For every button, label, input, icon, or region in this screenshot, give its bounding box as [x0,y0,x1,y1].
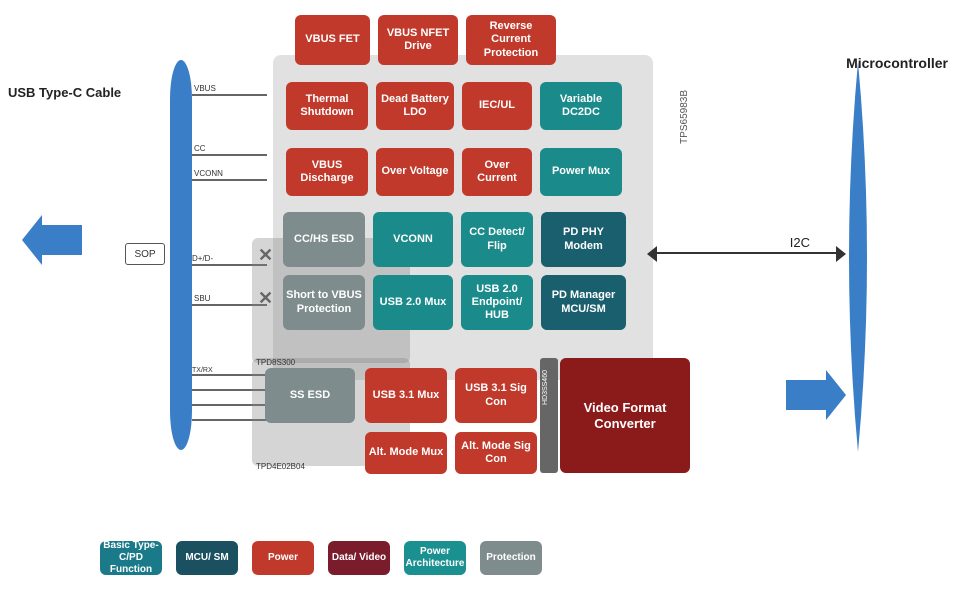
legend-item-power-arch: Power Architecture [404,541,466,575]
alt-mode-mux-block: Alt. Mode Mux [365,432,447,474]
vconn-block: VCONN [373,212,453,267]
i2c-arrow-right [836,246,846,262]
legend-item-data: Data/ Video [328,541,390,575]
alt-mode-sig-block: Alt. Mode Sig Con [455,432,537,474]
svg-text:VBUS: VBUS [194,84,216,93]
svg-text:VCONN: VCONN [194,169,223,178]
dead-battery-block: Dead Battery LDO [376,82,454,130]
vbus-nfet-block: VBUS NFET Drive [378,15,458,65]
reverse-current-block: Reverse Current Protection [466,15,556,65]
legend-item-power: Power [252,541,314,575]
video-format-block: Video Format Converter [560,358,690,473]
diagram-container: USB Type-C Cable Microcontroller VBUS CC… [0,0,958,593]
legend: Basic Type-C/PD Function MCU/ SM Power D… [100,541,542,575]
svg-text:SBU: SBU [194,294,211,303]
usb-cable-label: USB Type-C Cable [8,85,121,102]
power-mux-block: Power Mux [540,148,622,196]
usb20-mux-block: USB 2.0 Mux [373,275,453,330]
legend-box-power: Power [252,541,314,575]
i2c-line [650,252,843,254]
tpd4-label: TPD4E02B04 [256,462,305,471]
over-current-block: Over Current [462,148,532,196]
vbus-fet-block: VBUS FET [295,15,370,65]
sop-box: SOP [125,243,165,265]
left-arrow [22,215,82,265]
cc-detect-block: CC Detect/ Flip [461,212,533,267]
svg-text:CC: CC [194,144,206,153]
legend-box-basic: Basic Type-C/PD Function [100,541,162,575]
variable-dc2dc-block: Variable DC2DC [540,82,622,130]
pd-phy-block: PD PHY Modem [541,212,626,267]
usb20-endpoint-block: USB 2.0 Endpoint/ HUB [461,275,533,330]
svg-text:TX/RX: TX/RX [192,367,213,374]
svg-text:D+/D-: D+/D- [192,254,213,263]
tpd8-label: TPD8S300 [256,358,295,367]
legend-box-protection: Protection [480,541,542,575]
legend-box-data: Data/ Video [328,541,390,575]
i2c-arrow-left [647,246,657,262]
vbus-discharge-block: VBUS Discharge [286,148,368,196]
legend-item-protection: Protection [480,541,542,575]
iec-ul-block: IEC/UL [462,82,532,130]
usb31-mux-block: USB 3.1 Mux [365,368,447,423]
thermal-shutdown-block: Thermal Shutdown [286,82,368,130]
pd-manager-block: PD Manager MCU/SM [541,275,626,330]
over-voltage-block: Over Voltage [376,148,454,196]
short-vbus-block: Short to VBUS Protection [283,275,365,330]
cc-hs-esd-block: CC/HS ESD [283,212,365,267]
hd3-label: HD3SS460 [542,370,549,405]
i2c-label: I2C [790,235,810,250]
legend-box-power-arch: Power Architecture [404,541,466,575]
usb-bar [170,60,192,450]
right-arrow-mcu [786,370,846,420]
usb31-sig-block: USB 3.1 Sig Con [455,368,537,423]
tps-label: TPS65983B [679,90,690,144]
ss-esd-block: SS ESD [265,368,355,423]
legend-box-mcu: MCU/ SM [176,541,238,575]
legend-item-mcu: MCU/ SM [176,541,238,575]
legend-item-basic: Basic Type-C/PD Function [100,541,162,575]
